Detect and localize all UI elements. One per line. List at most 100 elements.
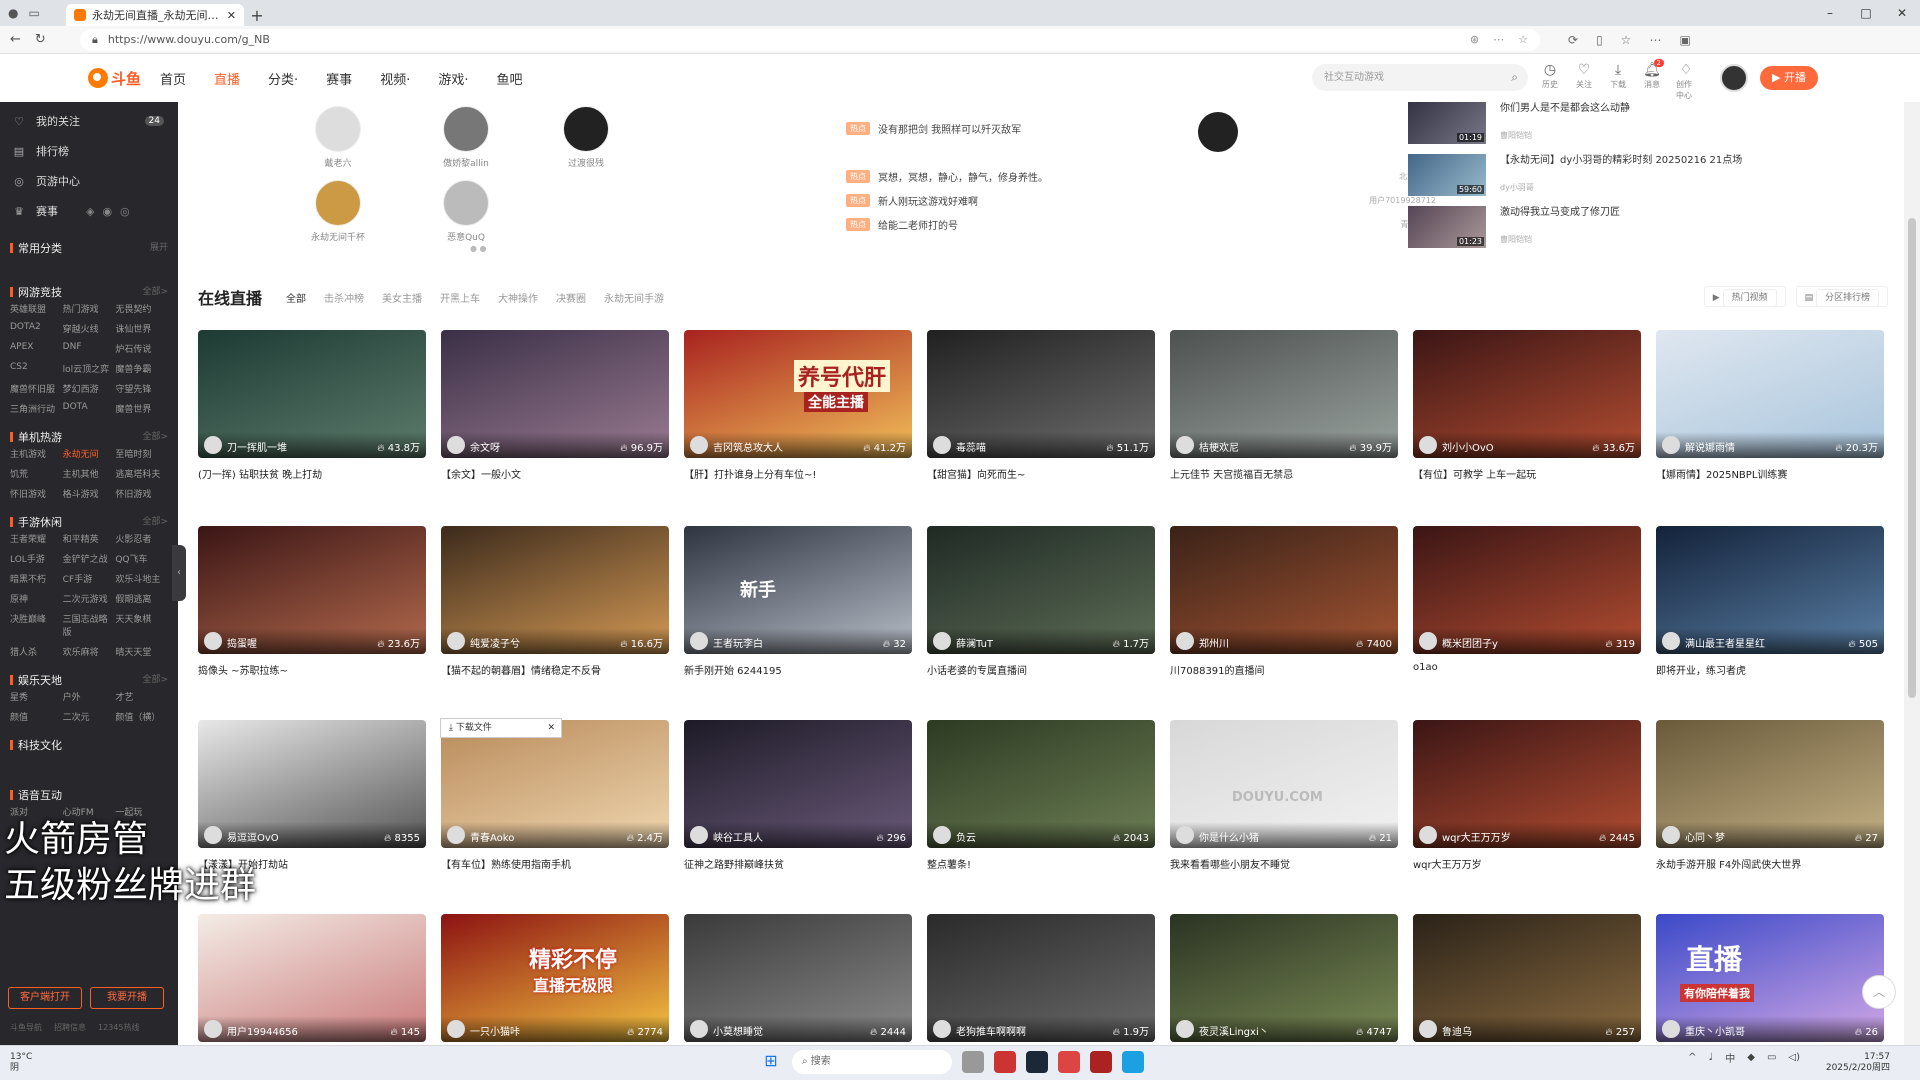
sidebar-item-rank[interactable]: ▤ 排行榜 — [0, 136, 178, 166]
live-card[interactable]: 桔梗欢尼 🔥︎ 39.9万 上元佳节 天宫揽福百无禁忌 — [1170, 330, 1398, 481]
live-thumbnail[interactable]: 毒蕊喵 🔥︎ 51.1万 — [927, 330, 1155, 458]
live-card[interactable]: 青春Aoko 🔥︎ 2.4万 【有车位】熟练使用指南手机 — [441, 720, 669, 871]
category-link[interactable]: 三角洲行动 — [10, 402, 63, 415]
filter-tag[interactable]: 永劫无间手游 — [604, 290, 664, 305]
volume-icon[interactable]: ◁) — [1788, 1052, 1800, 1063]
video-item[interactable]: 01:19 你们男人是不是都会这么动静 曹阳铠铠 — [1408, 102, 1888, 154]
ime-indicator[interactable]: 中 — [1725, 1050, 1735, 1065]
card-title[interactable]: 【肝】打扑谁身上分有车位~! — [684, 466, 912, 481]
category-link[interactable]: 主机其他 — [63, 467, 116, 480]
live-thumbnail[interactable]: 王者玩李白 🔥︎ 32 新手 — [684, 526, 912, 654]
follow-button[interactable]: ♡ 关注 — [1574, 61, 1594, 101]
network-icon[interactable]: ▭ — [1767, 1052, 1776, 1063]
taskbar-clock[interactable]: 17:57 2025/2/20周四 — [1826, 1052, 1890, 1074]
category-link[interactable]: 魔兽争霸 — [115, 362, 168, 375]
steam-icon[interactable] — [1026, 1051, 1048, 1073]
live-thumbnail[interactable]: 重庆丶小凯哥 🔥︎ 26 直播 有你陪伴着我 — [1656, 914, 1884, 1042]
carousel-dots[interactable]: ● ● — [470, 244, 487, 253]
live-thumbnail[interactable]: 你是什么小猪 🔥︎ 21 DOUYU.COM — [1170, 720, 1398, 848]
category-link[interactable]: 怀旧游戏 — [10, 487, 63, 500]
video-item[interactable]: 59:60 【永劫无间】dy小羽哥的精彩时刻 20250216 21点场 dy小羽哥 — [1408, 154, 1888, 206]
live-thumbnail[interactable]: 夜灵溪Lingxi丶 🔥︎ 4747 — [1170, 914, 1398, 1042]
all-link[interactable]: 全部> — [142, 514, 168, 530]
minimize-button[interactable]: – — [1812, 0, 1848, 26]
filter-tag[interactable]: 美女主播 — [382, 290, 422, 305]
menu-dots-icon[interactable]: ⋯ — [1649, 33, 1661, 47]
category-link[interactable]: 火影忍者 — [115, 532, 168, 545]
open-client-button[interactable]: 客户端打开 — [8, 987, 82, 1009]
card-title[interactable]: 永劫手游开服 F4外闯武侠大世界 — [1656, 856, 1884, 871]
category-link[interactable]: QQ飞车 — [115, 552, 168, 565]
profile-icon[interactable]: ● — [8, 6, 18, 20]
go-live-button[interactable]: 我要开播 — [90, 987, 164, 1009]
card-title[interactable]: 征神之路野排巅峰扶贫 — [684, 856, 912, 871]
weather-widget[interactable]: 13°C 阴 — [10, 1052, 32, 1074]
new-tab-button[interactable]: + — [244, 4, 270, 26]
card-title[interactable]: o1ao — [1413, 662, 1641, 673]
hot-streamer[interactable]: 恶意QuQ — [426, 180, 506, 243]
live-thumbnail[interactable]: 峡谷工具人 🔥︎ 296 — [684, 720, 912, 848]
card-title[interactable]: 捣像头 ~苏职拉练~ — [198, 662, 426, 677]
news-item[interactable]: 热点 新人刚玩这游戏好难啊 用户7019928712 — [846, 188, 1436, 212]
category-link[interactable]: 原神 — [10, 592, 63, 605]
category-link[interactable]: 暗黑不朽 — [10, 572, 63, 585]
filter-tag[interactable]: 大神操作 — [498, 290, 538, 305]
live-card[interactable]: 吉冈筑总攻大人 🔥︎ 41.2万 养号代肝 全能主播 【肝】打扑谁身上分有车位~! — [684, 330, 912, 481]
category-link[interactable]: LOL手游 — [10, 552, 63, 565]
category-link[interactable]: 星秀 — [10, 690, 63, 703]
refresh-icon[interactable]: ↻ — [35, 32, 46, 47]
back-to-top-button[interactable]: ︿ — [1862, 975, 1896, 1009]
douyu-logo[interactable]: 斗鱼 — [88, 65, 146, 91]
more-icon[interactable]: ⋯ — [1493, 33, 1504, 46]
live-thumbnail[interactable]: 心同丶梦 🔥︎ 27 — [1656, 720, 1884, 848]
category-link[interactable]: 欢乐斗地主 — [115, 572, 168, 585]
category-link[interactable]: 诛仙世界 — [115, 322, 168, 335]
category-link[interactable]: 金铲铲之战 — [63, 552, 116, 565]
back-icon[interactable]: ← — [10, 32, 21, 47]
category-link[interactable]: 穿越火线 — [63, 322, 116, 335]
live-card[interactable]: 心同丶梦 🔥︎ 27 永劫手游开服 F4外闯武侠大世界 — [1656, 720, 1884, 871]
live-card[interactable]: 你是什么小猪 🔥︎ 21 DOUYU.COM 我来看看哪些小朋友不睡觉 — [1170, 720, 1398, 871]
expand-link[interactable]: 展开 — [150, 240, 168, 256]
refresh-page-icon[interactable]: ⟳ — [1568, 33, 1578, 47]
news-item[interactable]: 热点给能二老师打的号青春Aoko — [846, 212, 1436, 236]
video-item[interactable]: 01:23 激动得我立马变成了修刀匠 曹阳铠铠 — [1408, 206, 1888, 258]
category-link[interactable]: DOTA2 — [10, 322, 63, 335]
category-link[interactable]: 欢乐麻将 — [63, 645, 116, 658]
card-title[interactable]: wqr大王万万岁 — [1413, 856, 1641, 871]
category-link[interactable]: 晴天天堂 — [115, 645, 168, 658]
category-link[interactable]: 三国志战略版 — [63, 612, 116, 638]
category-link[interactable]: 颜值（横） — [115, 710, 168, 723]
hot-streamer[interactable]: 戴老六 — [298, 106, 378, 169]
close-tab-icon[interactable]: ✕ — [227, 9, 236, 22]
live-card[interactable]: 解说娜雨情 🔥︎ 20.3万 【娜雨情】2025NBPL训练赛 — [1656, 330, 1884, 481]
category-link[interactable]: 饥荒 — [10, 467, 63, 480]
category-link[interactable]: 才艺 — [115, 690, 168, 703]
category-link[interactable]: 王者荣耀 — [10, 532, 63, 545]
card-title[interactable]: 【猫不起的朝暮眉】情绪稳定不反骨 — [441, 662, 669, 677]
card-title[interactable]: 即将开业，练习者虎 — [1656, 662, 1884, 677]
category-link[interactable]: 炉石传说 — [115, 342, 168, 355]
category-link[interactable]: 守望先锋 — [115, 382, 168, 395]
favorite-star-icon[interactable]: ☆ — [1518, 33, 1528, 46]
category-link[interactable]: 二次元 — [63, 710, 116, 723]
category-link[interactable]: 魔兽怀旧服 — [10, 382, 63, 395]
live-thumbnail[interactable]: 薛澜TuT 🔥︎ 1.7万 — [927, 526, 1155, 654]
filter-tag[interactable]: 开黑上车 — [440, 290, 480, 305]
category-link[interactable]: lol云顶之弈 — [63, 362, 116, 375]
download-button[interactable]: ⤓ 下载 — [1608, 61, 1628, 101]
messages-button[interactable]: 🔔︎ 消息 2 — [1642, 59, 1664, 101]
hot-streamer[interactable]: 傲娇黎allin — [426, 106, 506, 169]
card-title[interactable]: (刀一挥) 钻职扶贫 晚上打劫 — [198, 466, 426, 481]
rank-button[interactable]: ▤ 分区排行榜 — [1795, 286, 1888, 307]
split-icon[interactable]: ▯ — [1596, 33, 1603, 47]
category-link[interactable]: 无畏契约 — [115, 302, 168, 315]
filter-tag[interactable]: 击杀冲榜 — [324, 290, 364, 305]
card-title[interactable]: 【娜雨情】2025NBPL训练赛 — [1656, 466, 1884, 481]
live-card[interactable]: 一只小猫咔 🔥︎ 2774 精彩不停 直播无极限 — [441, 914, 669, 1050]
card-title[interactable]: 【有车位】熟练使用指南手机 — [441, 856, 669, 871]
live-thumbnail[interactable]: wqr大王万万岁 🔥︎ 2445 — [1413, 720, 1641, 848]
search-icon[interactable]: ⌕ — [1511, 64, 1518, 91]
hot-streamer[interactable]: 永劫无间千杯 — [298, 180, 378, 243]
live-thumbnail[interactable]: 小莫想睡觉 🔥︎ 2444 — [684, 914, 912, 1042]
